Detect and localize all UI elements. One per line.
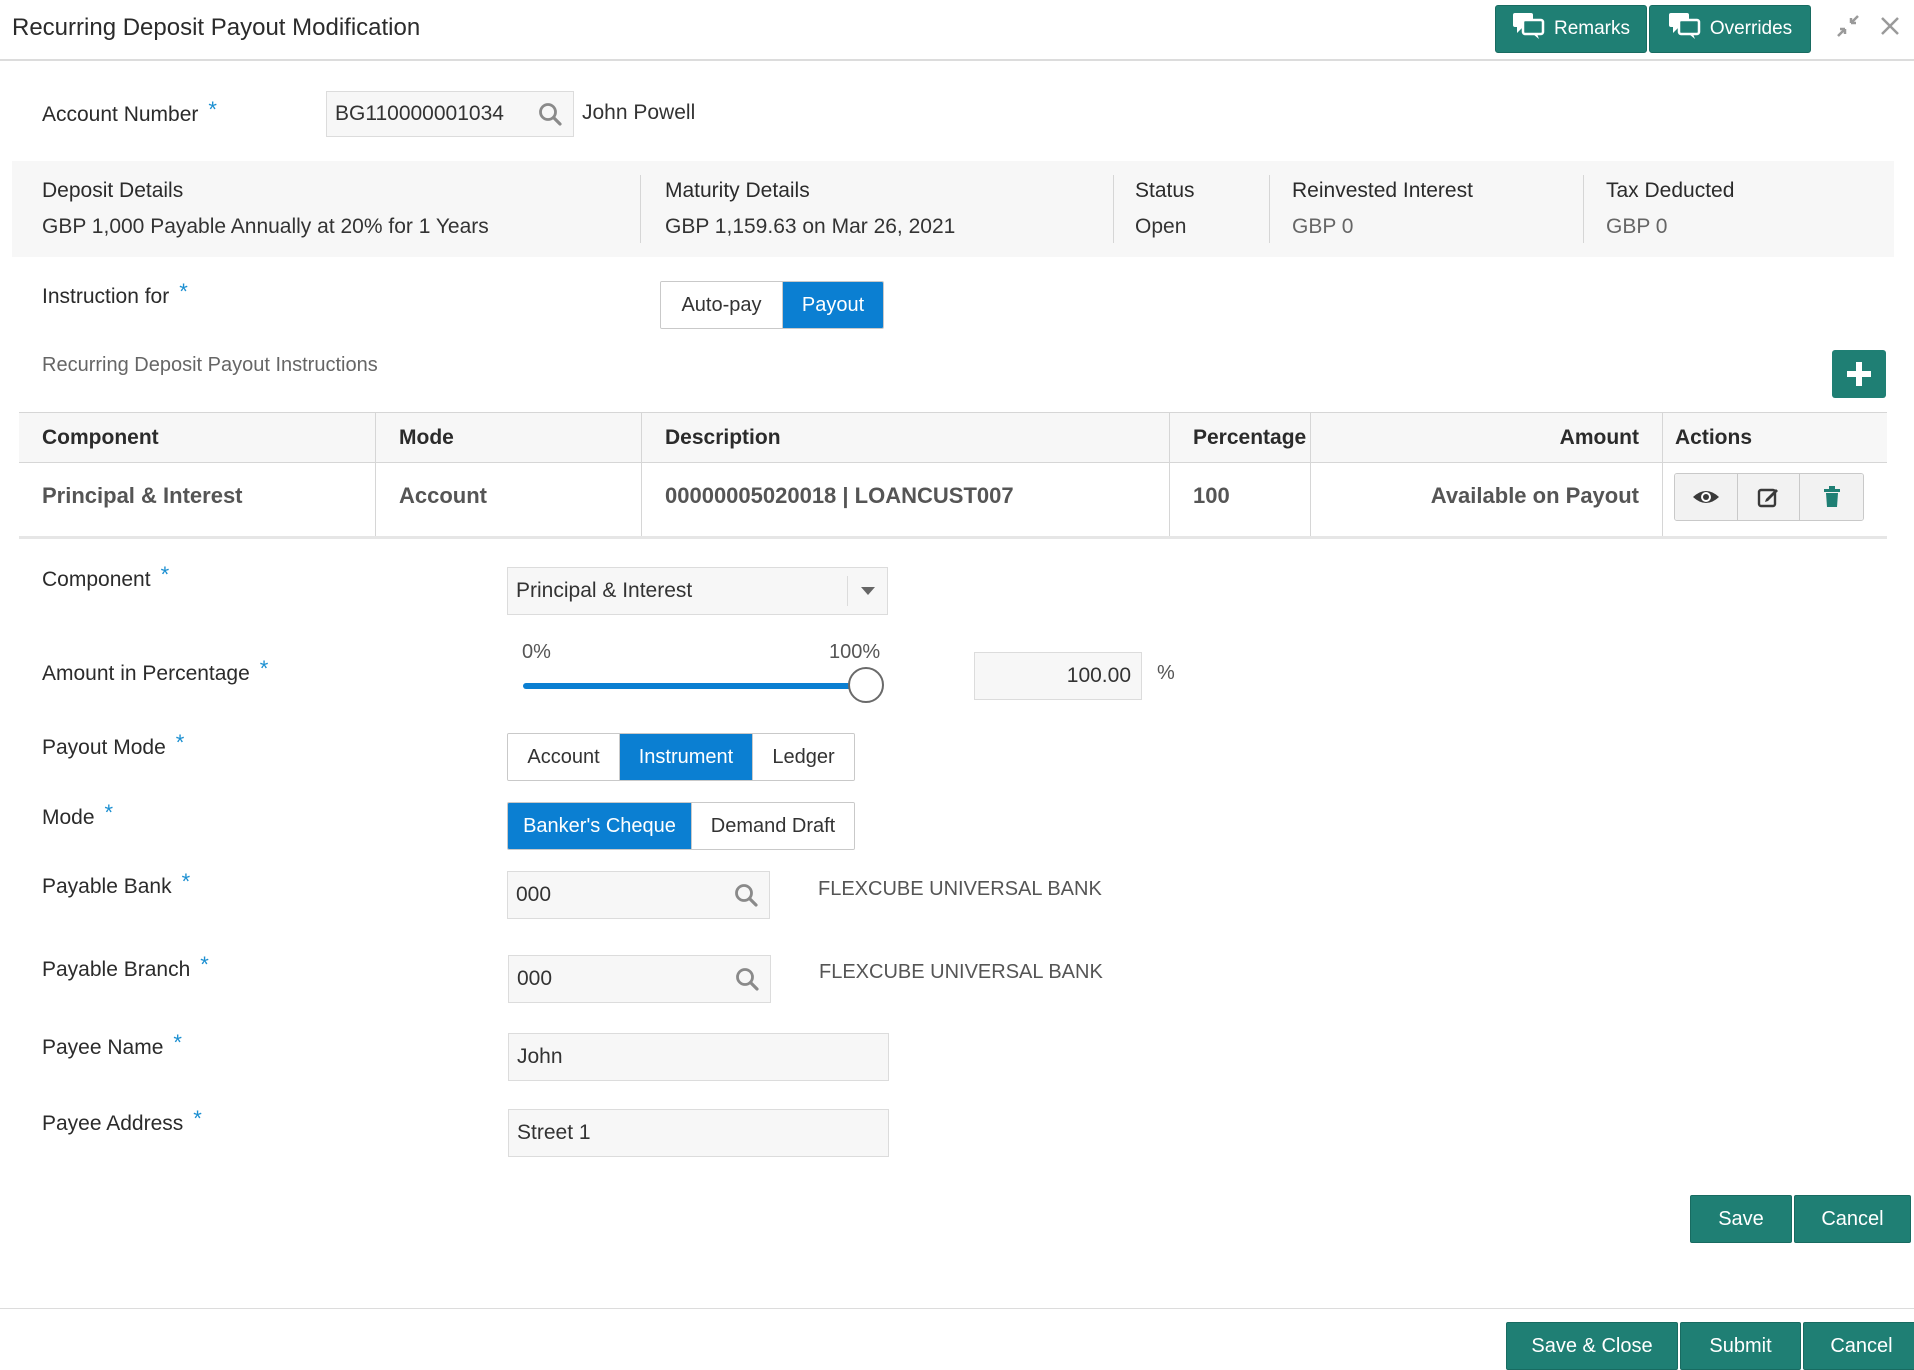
- delete-button[interactable]: [1800, 474, 1863, 520]
- required-star: *: [193, 1106, 202, 1131]
- percentage-slider-handle[interactable]: [848, 667, 884, 703]
- payable-branch-name: FLEXCUBE UNIVERSAL BANK: [819, 961, 1103, 983]
- payable-branch-label: Payable Branch *: [42, 952, 209, 981]
- payout-instructions-table: Component Mode Description Percentage Am…: [19, 412, 1887, 539]
- percent-symbol: %: [1157, 662, 1175, 684]
- deposit-summary: Deposit Details GBP 1,000 Payable Annual…: [12, 161, 1894, 257]
- deposit-details: Deposit Details GBP 1,000 Payable Annual…: [42, 179, 489, 238]
- mode-option-bankers-cheque[interactable]: Banker's Cheque: [508, 803, 692, 849]
- trash-icon: [1823, 486, 1840, 507]
- slider-min-label: 0%: [522, 641, 551, 663]
- payee-address-input[interactable]: Street 1: [508, 1109, 889, 1157]
- tax-deducted: Tax Deducted GBP 0: [1606, 179, 1735, 238]
- required-star: *: [160, 562, 170, 587]
- caret-down-icon[interactable]: [847, 576, 887, 606]
- cancel-button[interactable]: Cancel: [1794, 1195, 1911, 1243]
- submit-button[interactable]: Submit: [1680, 1322, 1801, 1370]
- amount-percentage-label: Amount in Percentage *: [42, 656, 269, 685]
- save-button[interactable]: Save: [1690, 1195, 1792, 1243]
- required-star: *: [208, 97, 217, 122]
- cell-description: 00000005020018 | LOANCUST007: [642, 463, 1170, 536]
- table-row: Principal & Interest Account 00000005020…: [19, 463, 1887, 539]
- component-select[interactable]: Principal & Interest: [507, 567, 888, 615]
- amount-percentage-input[interactable]: 100.00: [974, 652, 1142, 700]
- mode-toggle: Banker's Cheque Demand Draft: [507, 802, 855, 850]
- column-header: Percentage: [1170, 413, 1311, 462]
- remarks-label: Remarks: [1553, 18, 1630, 39]
- column-header: Component: [19, 413, 376, 462]
- add-instruction-button[interactable]: [1832, 350, 1886, 398]
- required-star: *: [181, 869, 191, 894]
- account-number-label: Account Number *: [42, 97, 217, 126]
- payout-mode-toggle: Account Instrument Ledger: [507, 733, 855, 781]
- cell-actions: [1663, 463, 1887, 536]
- payout-mode-option-instrument[interactable]: Instrument: [620, 734, 753, 780]
- account-number-input[interactable]: BG110000001034: [326, 91, 574, 137]
- payout-mode-label: Payout Mode *: [42, 730, 185, 759]
- cell-percentage: 100: [1170, 463, 1311, 536]
- chat-bubbles-icon: [1668, 11, 1702, 47]
- instruction-option-auto-pay[interactable]: Auto-pay: [661, 282, 783, 328]
- view-button[interactable]: [1675, 474, 1738, 520]
- column-header: Amount: [1311, 413, 1663, 462]
- page-header: Recurring Deposit Payout Modification Re…: [0, 0, 1914, 61]
- payout-mode-option-account[interactable]: Account: [508, 734, 620, 780]
- edit-button[interactable]: [1737, 474, 1801, 520]
- required-star: *: [175, 730, 185, 755]
- column-header: Mode: [376, 413, 642, 462]
- percentage-slider-track[interactable]: [523, 683, 866, 689]
- column-header: Description: [642, 413, 1170, 462]
- required-star: *: [173, 1030, 182, 1055]
- chat-bubbles-icon: [1512, 11, 1546, 47]
- required-star: *: [104, 800, 114, 825]
- instruction-option-payout[interactable]: Payout: [783, 282, 883, 328]
- mode-label: Mode *: [42, 800, 114, 829]
- collapse-arrows-icon[interactable]: [1834, 12, 1862, 47]
- close-icon[interactable]: [1878, 12, 1902, 47]
- footer-divider: [0, 1308, 1914, 1309]
- table-header: Component Mode Description Percentage Am…: [19, 413, 1887, 463]
- overrides-label: Overrides: [1709, 18, 1793, 39]
- edit-icon: [1757, 488, 1778, 508]
- column-header: Actions: [1675, 425, 1753, 449]
- save-close-button[interactable]: Save & Close: [1506, 1322, 1678, 1370]
- payee-name-label: Payee Name *: [42, 1030, 182, 1059]
- payout-mode-option-ledger[interactable]: Ledger: [753, 734, 854, 780]
- section-title: Recurring Deposit Payout Instructions: [42, 354, 378, 376]
- component-label: Component *: [42, 562, 170, 591]
- slider-max-label: 100%: [829, 641, 881, 663]
- cell-component: Principal & Interest: [19, 463, 376, 536]
- payable-bank-label: Payable Bank *: [42, 869, 191, 898]
- plus-icon: [1847, 362, 1871, 386]
- search-icon[interactable]: [537, 101, 563, 127]
- footer-cancel-button[interactable]: Cancel: [1803, 1322, 1914, 1370]
- row-actions: [1674, 473, 1864, 521]
- eye-icon: [1692, 491, 1719, 503]
- overrides-button[interactable]: Overrides: [1649, 5, 1811, 53]
- account-holder-name: John Powell: [582, 101, 696, 124]
- search-icon[interactable]: [734, 966, 760, 992]
- instruction-for-toggle: Auto-pay Payout: [660, 281, 884, 329]
- payable-bank-name: FLEXCUBE UNIVERSAL BANK: [818, 878, 1102, 900]
- required-star: *: [200, 952, 209, 977]
- maturity-details: Maturity Details GBP 1,159.63 on Mar 26,…: [665, 179, 956, 238]
- status: Status Open: [1135, 179, 1195, 238]
- search-icon[interactable]: [733, 882, 759, 908]
- required-star: *: [259, 656, 269, 681]
- mode-option-demand-draft[interactable]: Demand Draft: [692, 803, 854, 849]
- payable-bank-input[interactable]: 000: [507, 871, 770, 919]
- payee-address-label: Payee Address *: [42, 1106, 202, 1135]
- cell-amount: Available on Payout: [1311, 463, 1663, 536]
- instruction-for-label: Instruction for *: [42, 279, 188, 308]
- cell-mode: Account: [376, 463, 642, 536]
- payee-name-input[interactable]: John: [508, 1033, 889, 1081]
- page-title: Recurring Deposit Payout Modification: [12, 14, 421, 41]
- remarks-button[interactable]: Remarks: [1495, 5, 1647, 53]
- payable-branch-input[interactable]: 000: [508, 955, 771, 1003]
- required-star: *: [179, 279, 188, 304]
- reinvested-interest: Reinvested Interest GBP 0: [1292, 179, 1473, 238]
